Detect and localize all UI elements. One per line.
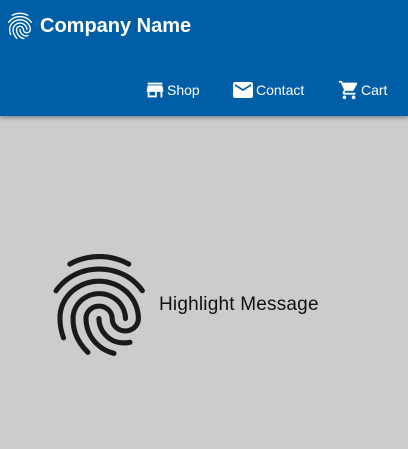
brand[interactable]: Company Name (4, 8, 191, 44)
cart-icon (338, 80, 358, 100)
mail-icon (233, 82, 253, 98)
page: Company Name Shop Contact Cart Highlight… (0, 0, 408, 449)
app-header: Company Name Shop Contact Cart (0, 0, 408, 116)
nav-label-contact: Contact (256, 82, 305, 98)
nav-item-contact[interactable]: Contact (231, 78, 304, 102)
store-icon (146, 82, 164, 98)
brand-name: Company Name (40, 14, 192, 37)
main-nav: Shop Contact Cart (0, 78, 408, 102)
nav-label-shop: Shop (167, 82, 200, 98)
fingerprint-icon (53, 254, 145, 356)
nav-label-cart: Cart (361, 82, 388, 98)
highlight-banner: Highlight Message (50, 252, 319, 358)
highlight-message: Highlight Message (159, 294, 319, 315)
fingerprint-icon (7, 12, 32, 40)
nav-item-shop[interactable]: Shop (144, 78, 200, 102)
nav-item-cart[interactable]: Cart (338, 78, 387, 102)
